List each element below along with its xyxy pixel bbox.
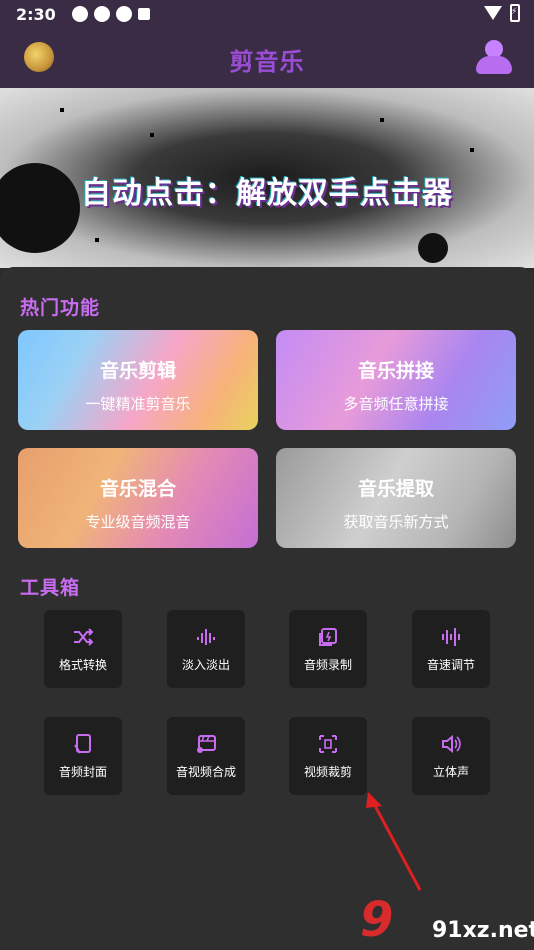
crop-icon (317, 733, 339, 755)
tool-stereo[interactable]: 立体声 (412, 717, 490, 795)
card-title: 音乐提取 (357, 478, 434, 500)
tool-video-crop[interactable]: 视频裁剪 (289, 717, 367, 795)
user-profile-icon[interactable] (476, 40, 512, 76)
stereo-icon (440, 733, 462, 755)
tool-av-merge[interactable]: 音视频合成 (167, 717, 245, 795)
app-title: 剪音乐 (229, 48, 305, 76)
main-panel: 热门功能 音乐剪辑 一键精准剪音乐 音乐拼接 多音频任意拼接 音乐混合 专业级音… (0, 267, 534, 950)
tool-label: 音视频合成 (175, 765, 236, 779)
card-music-extract[interactable]: 音乐提取 获取音乐新方式 (276, 448, 516, 548)
card-title: 音乐混合 (99, 478, 176, 500)
speed-icon (440, 626, 462, 648)
battery-charging-icon (510, 4, 520, 22)
tool-label: 音频录制 (303, 658, 352, 672)
status-bar: 2:30 (0, 0, 534, 28)
watermark-mark: 9 (360, 892, 394, 948)
card-music-edit[interactable]: 音乐剪辑 一键精准剪音乐 (18, 330, 258, 430)
toolbox-title: 工具箱 (20, 577, 81, 599)
wifi-icon (484, 6, 502, 20)
cover-icon (72, 733, 94, 755)
banner-decoration (418, 233, 448, 263)
tool-label: 淡入淡出 (181, 658, 230, 672)
watermark-site: 91xz.net (432, 918, 534, 943)
hot-features-title: 热门功能 (20, 297, 101, 319)
tool-label: 格式转换 (58, 658, 107, 672)
notification-icons (71, 6, 150, 22)
card-subtitle: 一键精准剪音乐 (85, 395, 191, 413)
app-bar: 剪音乐 (0, 28, 534, 88)
card-music-join[interactable]: 音乐拼接 多音频任意拼接 (276, 330, 516, 430)
tool-label: 音速调节 (426, 658, 475, 672)
promo-banner[interactable]: 自动点击：解放双手点击器 (0, 88, 534, 268)
app-notification-icon (71, 6, 88, 22)
tool-label: 视频裁剪 (303, 765, 352, 779)
status-time: 2:30 (16, 4, 56, 24)
tool-fade[interactable]: 淡入淡出 (167, 610, 245, 688)
tool-speed-adjust[interactable]: 音速调节 (412, 610, 490, 688)
a-notification-icon (137, 8, 150, 20)
card-title: 音乐拼接 (357, 360, 434, 382)
record-icon (317, 626, 339, 648)
app-notification-icon (115, 6, 132, 22)
tool-label: 立体声 (432, 765, 469, 779)
card-music-mix[interactable]: 音乐混合 专业级音频混音 (18, 448, 258, 548)
card-title: 音乐剪辑 (99, 360, 176, 382)
tool-label: 音频封面 (58, 765, 107, 779)
merge-icon (195, 733, 217, 755)
tool-audio-record[interactable]: 音频录制 (289, 610, 367, 688)
fade-icon (195, 626, 217, 648)
tool-audio-cover[interactable]: 音频封面 (44, 717, 122, 795)
shuffle-icon (72, 626, 94, 648)
banner-text: 自动点击：解放双手点击器 (81, 176, 453, 211)
site-watermark: 9 91xz.net (360, 892, 534, 950)
card-subtitle: 获取音乐新方式 (343, 513, 449, 531)
app-notification-icon (93, 6, 110, 22)
card-subtitle: 多音频任意拼接 (343, 395, 449, 413)
tool-format-convert[interactable]: 格式转换 (44, 610, 122, 688)
card-subtitle: 专业级音频混音 (85, 513, 191, 531)
